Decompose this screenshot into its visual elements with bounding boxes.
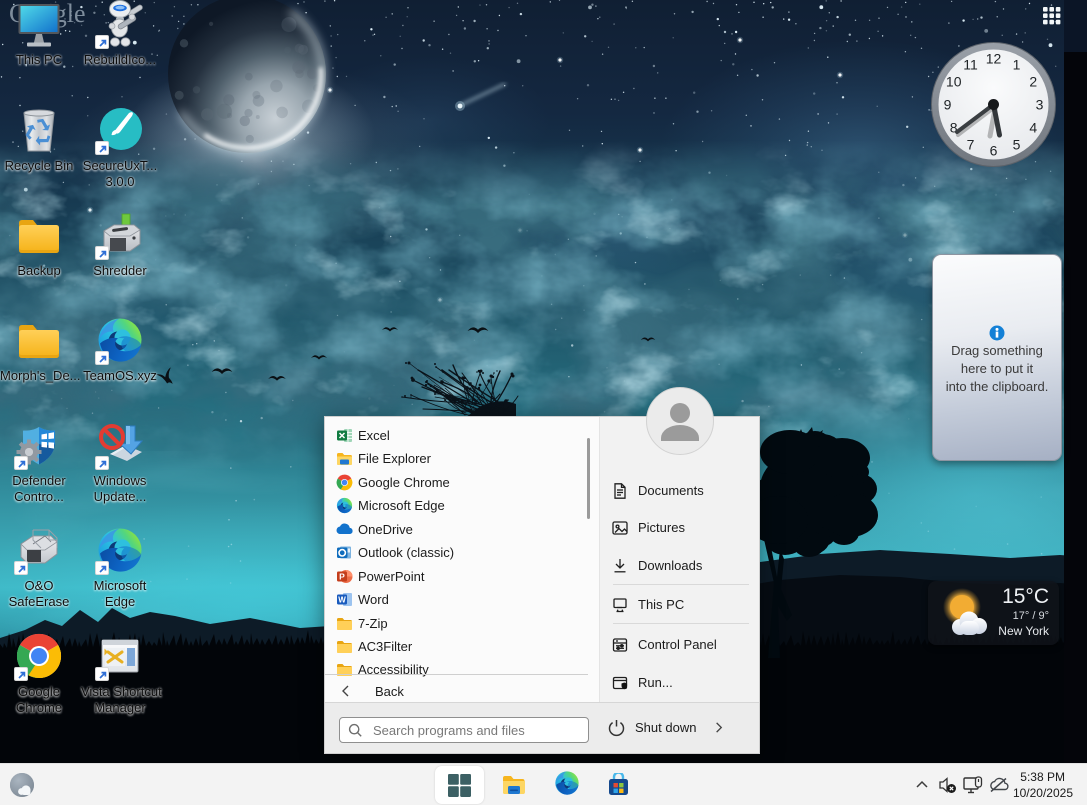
svg-text:10: 10 bbox=[946, 74, 962, 90]
svg-text:6: 6 bbox=[990, 143, 998, 159]
svg-text:P: P bbox=[339, 571, 345, 581]
svg-text:12: 12 bbox=[986, 51, 1002, 67]
svg-text:3: 3 bbox=[1036, 97, 1044, 113]
svg-text:4: 4 bbox=[1029, 120, 1037, 136]
svg-text:2: 2 bbox=[1029, 74, 1037, 90]
svg-text:W: W bbox=[338, 596, 346, 605]
svg-text:9: 9 bbox=[944, 97, 952, 113]
svg-text:11: 11 bbox=[963, 57, 978, 73]
svg-text:5: 5 bbox=[1013, 136, 1021, 152]
svg-text:7: 7 bbox=[967, 136, 975, 152]
svg-text:1: 1 bbox=[1013, 57, 1021, 73]
